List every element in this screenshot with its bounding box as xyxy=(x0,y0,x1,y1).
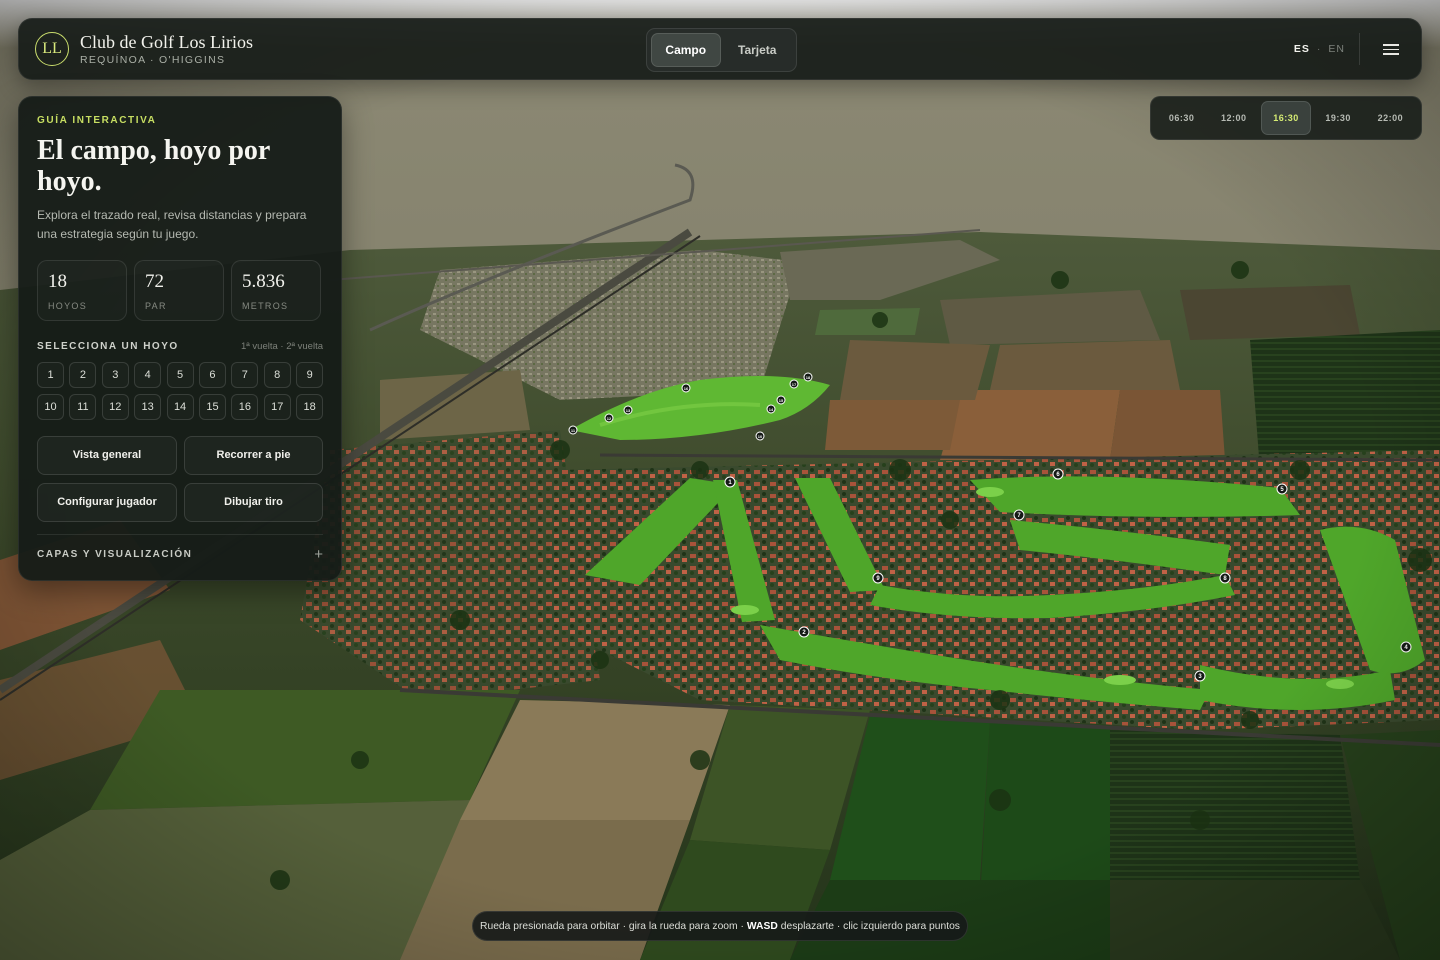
stat-label: HOYOS xyxy=(48,301,88,311)
stat-value: 5.836 xyxy=(242,271,285,292)
hole-button-11[interactable]: 11 xyxy=(69,393,97,420)
club-name: Club de Golf Los Lirios xyxy=(80,32,253,52)
draw-shot-button[interactable]: Dibujar tiro xyxy=(184,482,323,522)
controls-hint: Rueda presionada para orbitar · gira la … xyxy=(472,911,968,941)
hole-button-13[interactable]: 13 xyxy=(134,393,162,420)
top-bar: LL Club de Golf Los Lirios REQUÍNOA · O'… xyxy=(18,18,1422,80)
stat-value: 18 xyxy=(48,271,67,292)
club-location: REQUÍNOA · O'HIGGINS xyxy=(80,54,226,66)
hole-button-9[interactable]: 9 xyxy=(296,362,324,388)
stat-label: METROS xyxy=(242,301,289,311)
time-0630[interactable]: 06:30 xyxy=(1157,101,1206,135)
hole-selector-note: 1ª vuelta · 2ª vuelta xyxy=(240,341,323,352)
hint-text-start: Rueda presionada para orbitar · gira la … xyxy=(480,920,744,932)
panel-description: Explora el trazado real, revisa distanci… xyxy=(37,208,307,241)
language-switcher: ES · EN xyxy=(1294,43,1345,55)
hole-button-1[interactable]: 1 xyxy=(37,362,64,388)
time-of-day-selector: 06:30 12:00 16:30 19:30 22:00 xyxy=(1150,96,1422,140)
hole-button-5[interactable]: 5 xyxy=(166,362,194,388)
hole-button-14[interactable]: 14 xyxy=(166,393,194,420)
time-1630[interactable]: 16:30 xyxy=(1261,101,1311,135)
stat-meters: 5.836 METROS xyxy=(231,260,321,321)
hole-button-15[interactable]: 15 xyxy=(198,393,226,420)
panel-eyebrow: GUÍA INTERACTIVA xyxy=(37,115,157,126)
guide-panel: GUÍA INTERACTIVA El campo, hoyo por hoyo… xyxy=(18,96,342,581)
hole-button-2[interactable]: 2 xyxy=(69,362,97,388)
time-1930[interactable]: 19:30 xyxy=(1314,101,1363,135)
panel-actions: Vista general Recorrer a pie Configurar … xyxy=(37,435,323,522)
lang-es[interactable]: ES xyxy=(1294,43,1310,55)
brand-text: Club de Golf Los Lirios REQUÍNOA · O'HIG… xyxy=(80,32,253,66)
hole-button-3[interactable]: 3 xyxy=(101,362,129,388)
hole-selector-header: SELECCIONA UN HOYO 1ª vuelta · 2ª vuelta xyxy=(37,341,323,352)
hole-button-17[interactable]: 17 xyxy=(263,393,291,420)
hamburger-menu-icon[interactable] xyxy=(1383,41,1399,57)
stat-holes: 18 HOYOS xyxy=(37,260,127,321)
time-2200[interactable]: 22:00 xyxy=(1366,101,1415,135)
view-switcher: Campo Tarjeta xyxy=(646,28,797,72)
brand[interactable]: LL Club de Golf Los Lirios REQUÍNOA · O'… xyxy=(35,32,253,66)
tab-campo[interactable]: Campo xyxy=(651,33,721,67)
configure-player-button[interactable]: Configurar jugador xyxy=(37,482,177,522)
hole-button-10[interactable]: 10 xyxy=(37,393,64,420)
plus-icon: + xyxy=(314,545,323,563)
hole-button-8[interactable]: 8 xyxy=(263,362,291,388)
tab-tarjeta[interactable]: Tarjeta xyxy=(723,33,793,67)
hole-button-16[interactable]: 16 xyxy=(231,393,259,420)
hint-text-end: desplazarte · clic izquierdo para puntos xyxy=(780,920,960,932)
layers-toggle[interactable]: CAPAS Y VISUALIZACIÓN + xyxy=(37,533,323,574)
hole-button-7[interactable]: 7 xyxy=(231,362,259,388)
time-1200[interactable]: 12:00 xyxy=(1209,101,1258,135)
hole-button-18[interactable]: 18 xyxy=(296,393,324,420)
overview-button[interactable]: Vista general xyxy=(37,435,177,475)
lang-en[interactable]: EN xyxy=(1328,43,1345,55)
club-logo: LL xyxy=(35,32,69,66)
panel-title: El campo, hoyo por hoyo. xyxy=(37,135,270,197)
stat-label: PAR xyxy=(145,301,167,311)
stat-value: 72 xyxy=(145,271,164,292)
hint-key-wasd: WASD xyxy=(746,920,778,932)
hole-button-12[interactable]: 12 xyxy=(101,393,129,420)
hole-selector-title: SELECCIONA UN HOYO xyxy=(37,341,179,352)
hole-button-6[interactable]: 6 xyxy=(198,362,226,388)
layers-label: CAPAS Y VISUALIZACIÓN xyxy=(37,548,193,560)
hole-grid: 1 2 3 4 5 6 7 8 9 10 11 12 13 14 15 16 1… xyxy=(37,362,324,420)
stat-par: 72 PAR xyxy=(134,260,224,321)
hole-button-4[interactable]: 4 xyxy=(134,362,162,388)
walk-course-button[interactable]: Recorrer a pie xyxy=(184,435,323,475)
course-stats: 18 HOYOS 72 PAR 5.836 METROS xyxy=(37,260,323,321)
divider xyxy=(1359,33,1360,65)
lang-separator: · xyxy=(1316,43,1322,55)
